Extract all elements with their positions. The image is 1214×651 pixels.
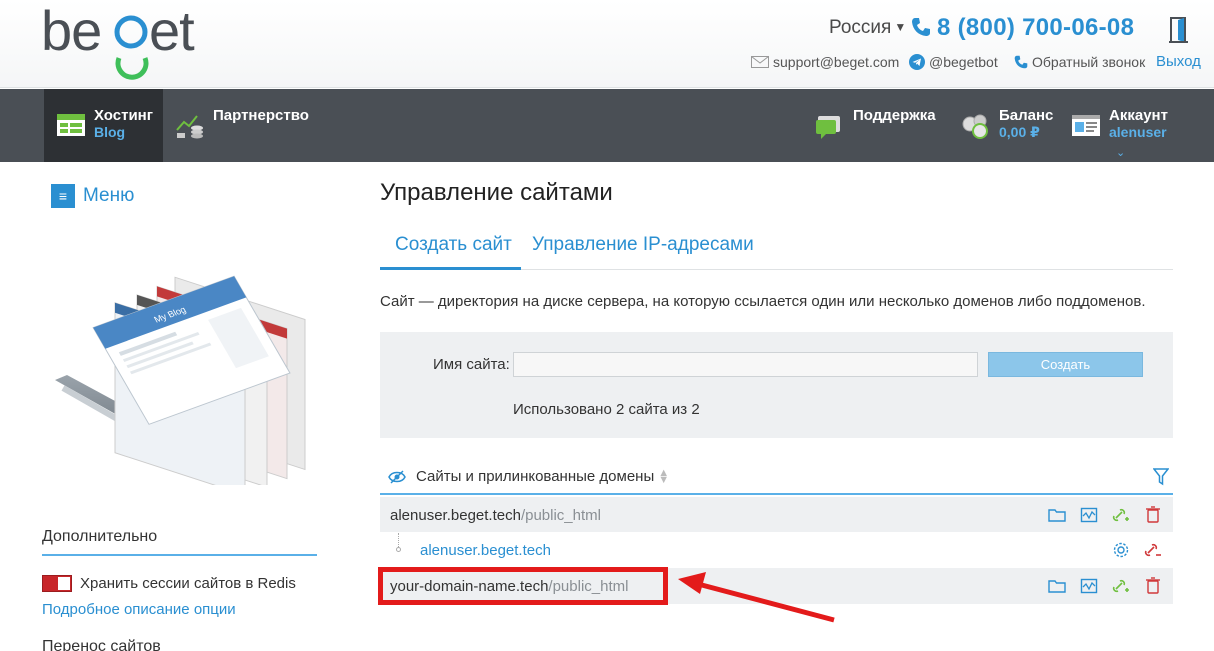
redis-option[interactable]: Хранить сессии сайтов в Redis — [42, 575, 296, 592]
balance-coins-icon — [962, 114, 988, 139]
site-description: Сайт — директория на диске сервера, на к… — [380, 293, 1146, 310]
svg-text:et: et — [149, 0, 195, 62]
svg-text:be: be — [41, 0, 101, 62]
additional-section-title: Дополнительно — [42, 528, 317, 556]
account-card-icon — [1072, 115, 1100, 136]
row-actions — [1035, 576, 1163, 596]
eye-icon[interactable] — [388, 469, 406, 484]
folder-icon[interactable] — [1047, 505, 1067, 525]
phone-number[interactable]: 8 (800) 700-06-08 — [911, 14, 1134, 42]
nav-account-sub: alenuser — [1109, 124, 1167, 140]
redis-toggle[interactable] — [42, 575, 72, 592]
nav-account-title: Аккаунт — [1109, 107, 1168, 124]
delete-icon[interactable] — [1143, 505, 1163, 525]
support-email-text: support@beget.com — [773, 54, 900, 70]
menu-button[interactable]: ≡ Меню — [51, 184, 134, 208]
site-row[interactable]: alenuser.beget.tech/public_html — [380, 497, 1173, 533]
callback-link[interactable]: Обратный звонок — [1014, 54, 1145, 70]
hamburger-icon: ≡ — [51, 184, 75, 208]
nav-hosting-title: Хостинг — [94, 107, 153, 124]
link-add-icon[interactable] — [1111, 505, 1131, 525]
nav-balance[interactable]: Баланс 0,00 ₽ — [961, 89, 1053, 162]
site-name-label: Имя сайта: — [433, 356, 510, 373]
site-path: /public_html — [520, 506, 601, 524]
callback-text: Обратный звонок — [1032, 54, 1146, 70]
nav-hosting-sub: Blog — [94, 124, 126, 140]
nav-support[interactable]: Поддержка — [815, 89, 936, 162]
sites-list-header: Сайты и прилинкованные домены ▲ ▼ — [380, 460, 1173, 495]
hosting-www-icon — [57, 114, 85, 136]
sort-icon[interactable]: ▲ ▼ — [658, 467, 669, 485]
create-button[interactable]: Создать — [988, 352, 1143, 377]
support-chat-icon — [816, 116, 840, 139]
main-nav: Хостинг Blog Партнерство Поддержка Балан… — [0, 89, 1214, 162]
top-header: be et Россия ▼ 8 (800) 700-06-08 support@… — [0, 0, 1214, 88]
exit-link[interactable]: Выход — [1156, 53, 1201, 70]
exit-door-icon[interactable] — [1168, 16, 1190, 44]
site-name: alenuser.beget.tech — [390, 506, 521, 524]
nav-support-title: Поддержка — [853, 107, 936, 124]
region-label: Россия — [829, 17, 892, 38]
nav-balance-sub: 0,00 ₽ — [999, 124, 1040, 140]
option-details-link[interactable]: Подробное описание опции — [42, 601, 236, 618]
telegram-icon — [909, 54, 925, 70]
beget-logo[interactable]: be et — [41, 0, 211, 82]
nav-hosting[interactable]: Хостинг Blog — [44, 89, 163, 162]
nav-balance-title: Баланс — [999, 107, 1054, 124]
page-title: Управление сайтами — [380, 179, 613, 206]
redis-label: Хранить сессии сайтов в Redis — [80, 575, 296, 592]
mail-icon — [751, 56, 769, 68]
linked-domain-row[interactable]: alenuser.beget.tech — [380, 532, 1173, 568]
create-site-form: Имя сайта: Создать Использовано 2 сайта … — [380, 332, 1173, 438]
folder-icon[interactable] — [1047, 576, 1067, 596]
site-name-input[interactable] — [513, 352, 978, 377]
phone-icon — [912, 18, 930, 36]
region-select[interactable]: Россия ▼ — [829, 17, 906, 39]
filter-icon[interactable] — [1153, 468, 1169, 486]
stats-icon[interactable] — [1079, 505, 1099, 525]
sites-used-count: Использовано 2 сайта из 2 — [513, 401, 700, 418]
phone-text: 8 (800) 700-06-08 — [937, 14, 1135, 41]
support-email-link[interactable]: support@beget.com — [751, 54, 899, 70]
transfer-section-title: Перенос сайтов — [42, 638, 161, 651]
unlink-icon[interactable] — [1143, 540, 1163, 560]
tab-create-site[interactable]: Создать сайт — [380, 234, 521, 270]
delete-icon[interactable] — [1143, 576, 1163, 596]
sites-list-title: Сайты и прилинкованные домены — [416, 468, 655, 485]
phone-small-icon — [1014, 55, 1028, 69]
telegram-text: @begetbot — [929, 54, 998, 70]
menu-label: Меню — [83, 185, 135, 206]
nav-partnership-title: Партнерство — [213, 107, 309, 124]
caret-down-icon: ▼ — [894, 20, 907, 34]
stats-icon[interactable] — [1079, 576, 1099, 596]
row-actions — [1035, 505, 1163, 525]
linked-domain-name[interactable]: alenuser.beget.tech — [420, 542, 551, 559]
tab-ip-management[interactable]: Управление IP-адресами — [532, 234, 754, 256]
telegram-link[interactable]: @begetbot — [909, 54, 998, 70]
tree-node-dot — [396, 547, 401, 552]
hosting-illustration: My Blog — [55, 275, 306, 485]
settings-gear-icon[interactable] — [1111, 540, 1131, 560]
row-actions — [1099, 540, 1163, 560]
highlight-box — [378, 567, 668, 605]
link-add-icon[interactable] — [1111, 576, 1131, 596]
account-chevron-down-icon[interactable]: ⌄ — [1116, 146, 1125, 159]
red-arrow-annotation — [678, 572, 835, 623]
tabs: Создать сайт Управление IP-адресами — [380, 228, 1173, 270]
nav-partnership[interactable]: Партнерство — [175, 89, 309, 162]
partnership-chart-icon — [176, 115, 203, 139]
